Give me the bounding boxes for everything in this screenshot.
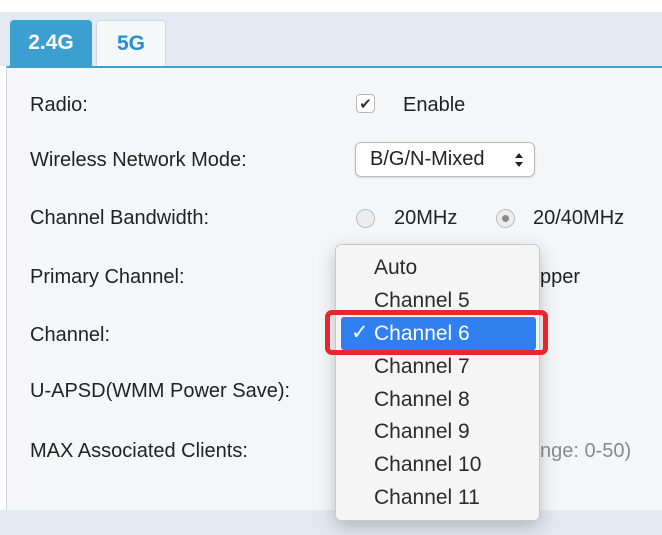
radio-label: Radio:	[30, 94, 88, 116]
primary-channel-value: pper	[540, 266, 581, 288]
bandwidth-20mhz-label: 20MHz	[394, 207, 458, 229]
footer-band	[0, 510, 662, 535]
max-clients-label: MAX Associated Clients:	[30, 440, 248, 462]
channel-option-8[interactable]: Channel 8	[336, 383, 541, 416]
channel-label: Channel:	[30, 324, 111, 346]
channel-option-7[interactable]: Channel 7	[336, 350, 541, 383]
channel-option-10[interactable]: Channel 10	[336, 448, 541, 481]
channel-option-6[interactable]: ✓ Channel 6	[341, 317, 536, 350]
max-clients-range-hint: nge: 0-50)	[540, 440, 632, 462]
bandwidth-20mhz-radio[interactable]	[356, 209, 375, 228]
channel-dropdown-menu: Auto Channel 5 ✓ Channel 6 Channel 7 Cha…	[335, 244, 540, 521]
wireless-mode-value: B/G/N-Mixed	[370, 148, 485, 170]
channel-option-9[interactable]: Channel 9	[336, 415, 541, 448]
channel-bandwidth-label: Channel Bandwidth:	[30, 207, 210, 229]
channel-option-5[interactable]: Channel 5	[336, 284, 541, 317]
bandwidth-20-40mhz-radio[interactable]	[496, 209, 515, 228]
enable-checkbox[interactable]: ✔	[356, 94, 375, 113]
wireless-mode-select[interactable]: B/G/N-Mixed	[355, 142, 535, 177]
uapsd-label: U-APSD(WMM Power Save):	[30, 380, 291, 402]
channel-option-11[interactable]: Channel 11	[336, 481, 541, 514]
select-arrows-icon	[515, 153, 523, 167]
channel-option-auto[interactable]: Auto	[336, 251, 541, 284]
primary-channel-label: Primary Channel:	[30, 266, 185, 288]
wireless-mode-label: Wireless Network Mode:	[30, 149, 247, 171]
bandwidth-20-40mhz-label: 20/40MHz	[533, 207, 625, 229]
selected-check-icon: ✓	[351, 321, 369, 344]
tab-5g[interactable]: 5G	[96, 20, 166, 66]
enable-label: Enable	[403, 94, 466, 116]
tab-2-4g[interactable]: 2.4G	[10, 20, 92, 66]
checkmark-icon: ✔	[359, 95, 372, 113]
channel-option-6-label: Channel 6	[374, 321, 470, 345]
